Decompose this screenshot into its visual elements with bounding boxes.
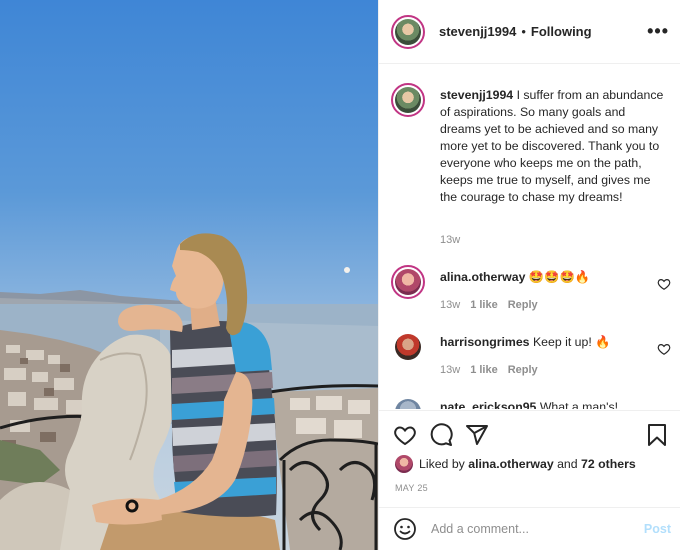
comment-meta: 13w 1 like Reply [440, 299, 548, 311]
more-icon[interactable]: ••• [647, 22, 669, 40]
bookmark-icon[interactable] [645, 423, 669, 447]
likes-conj: and [557, 457, 578, 471]
header-separator: • [521, 24, 526, 39]
author-avatar[interactable] [391, 14, 425, 49]
comment-meta: 13w 1 like Reply [440, 364, 548, 376]
likes-prefix: Liked by [419, 457, 465, 471]
caption-avatar[interactable] [391, 83, 425, 117]
post-date[interactable]: MAY 25 [395, 483, 428, 493]
author-username[interactable]: stevenjj1994 [439, 24, 516, 39]
comment-text: harrisongrimes Keep it up! 🔥 [440, 334, 640, 351]
comment-username[interactable]: harrisongrimes [440, 335, 530, 349]
caption-body: I suffer from an abundance of aspiration… [440, 88, 664, 204]
post-photo[interactable] [0, 0, 378, 550]
comment-likes[interactable]: 1 like [470, 364, 498, 376]
commenter-avatar[interactable] [391, 265, 425, 299]
comment-likes[interactable]: 1 like [470, 299, 498, 311]
post-actions: Liked by alina.otherway and 72 others MA… [379, 410, 680, 500]
comment-input[interactable] [431, 522, 631, 536]
post-button[interactable]: Post [644, 522, 671, 536]
comment-body: 🤩🤩🤩🔥 [528, 270, 591, 284]
comment-icon[interactable] [429, 423, 453, 447]
likes-summary: Liked by alina.otherway and 72 others [395, 455, 636, 473]
post-header: stevenjj1994 • Following ••• [379, 0, 680, 64]
comment-timestamp[interactable]: 13w [440, 299, 460, 311]
photo-scene [0, 233, 378, 550]
liker-username[interactable]: alina.otherway [468, 457, 553, 471]
caption-text: stevenjj1994 I suffer from an abundance … [440, 87, 668, 206]
comment-username[interactable]: nate_erickson95 [440, 400, 536, 409]
reply-button[interactable]: Reply [508, 299, 538, 311]
comment-timestamp[interactable]: 13w [440, 364, 460, 376]
comment-text: nate_erickson95 What a man's! [440, 399, 640, 409]
caption-username[interactable]: stevenjj1994 [440, 88, 513, 102]
comments-list[interactable]: stevenjj1994 I suffer from an abundance … [379, 65, 680, 409]
emoji-icon[interactable] [393, 517, 417, 541]
comment-heart-icon[interactable] [657, 277, 671, 291]
comment-username[interactable]: alina.otherway [440, 270, 525, 284]
comment-text: alina.otherway 🤩🤩🤩🔥 [440, 269, 640, 286]
likes-others[interactable]: 72 others [581, 457, 636, 471]
liker-avatar[interactable] [395, 455, 413, 473]
reply-button[interactable]: Reply [508, 364, 538, 376]
heart-icon[interactable] [393, 423, 417, 447]
commenter-avatar[interactable] [391, 395, 425, 409]
caption-timestamp[interactable]: 13w [440, 234, 460, 246]
comment-composer: Post [379, 507, 680, 550]
commenter-avatar[interactable] [391, 330, 425, 364]
comment-heart-icon[interactable] [657, 342, 671, 356]
following-button[interactable]: Following [531, 24, 592, 39]
comment-body: Keep it up! 🔥 [532, 335, 611, 349]
post-panel: stevenjj1994 • Following ••• stevenjj199… [378, 0, 680, 550]
share-icon[interactable] [465, 423, 489, 447]
comment-body: What a man's! [539, 400, 619, 409]
